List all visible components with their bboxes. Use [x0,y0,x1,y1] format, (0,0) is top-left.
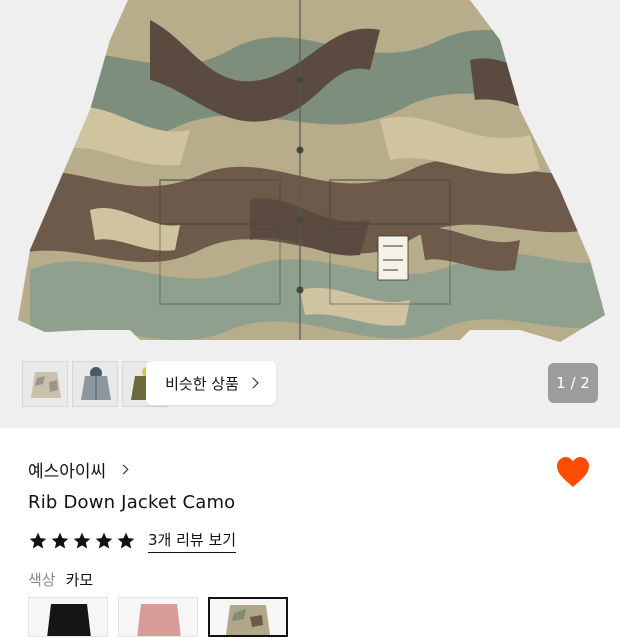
swatch-camo[interactable] [208,597,288,637]
chevron-right-icon [118,464,129,475]
swatch-black[interactable] [28,597,108,637]
thumbnail-light-camo[interactable] [22,361,68,407]
star-icon [29,532,47,549]
product-title: Rib Down Jacket Camo [28,492,236,513]
color-label: 색상 [28,571,56,589]
star-icon [73,532,91,549]
color-row: 색상 카모 [28,569,93,590]
star-icon [95,532,113,549]
star-icon [51,532,69,549]
color-value: 카모 [65,571,94,589]
brand-name: 예스아이씨 [28,462,107,482]
chevron-right-icon [247,377,259,389]
image-counter: 1 / 2 [548,363,598,403]
product-gallery[interactable]: 비슷한 상품 1 / 2 [0,0,620,428]
wishlist-heart-icon[interactable] [555,455,591,491]
rating-row: 3개 리뷰 보기 [28,529,237,553]
review-link[interactable]: 3개 리뷰 보기 [148,529,237,553]
similar-products-label: 비슷한 상품 [165,374,239,393]
star-icon [117,532,135,549]
brand-link[interactable]: 예스아이씨 [28,457,129,482]
similar-products-button[interactable]: 비슷한 상품 [146,361,276,405]
color-swatches [28,597,288,637]
swatch-pink[interactable] [118,597,198,637]
thumbnail-grey[interactable] [72,361,118,407]
